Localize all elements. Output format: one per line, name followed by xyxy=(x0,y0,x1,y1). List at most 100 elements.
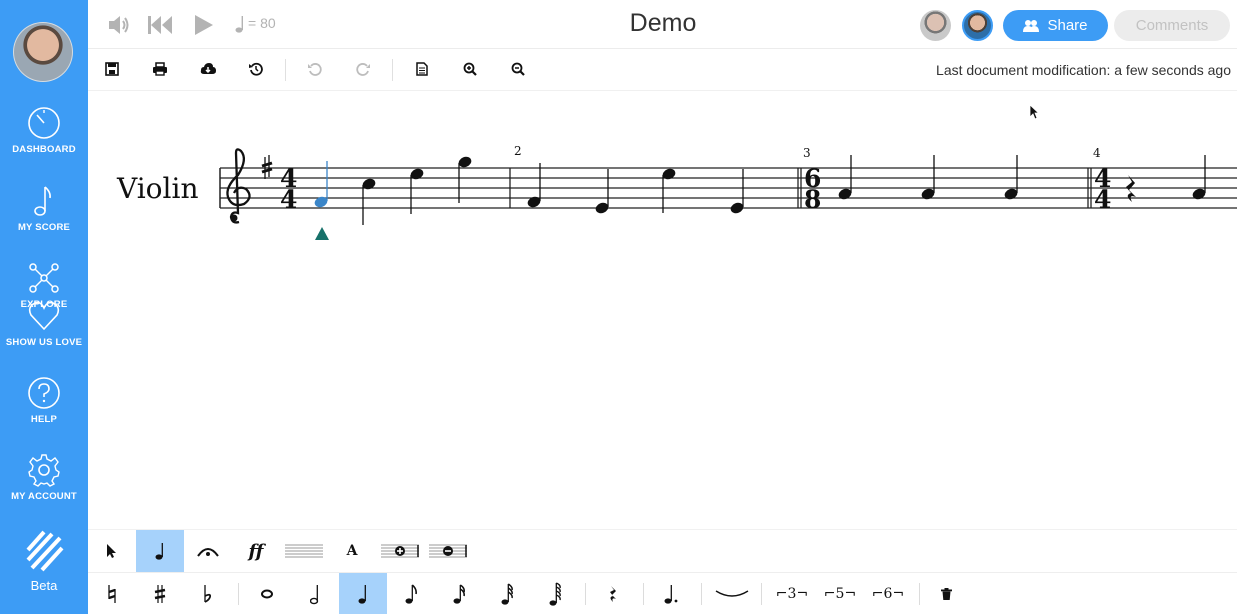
document-toolbar: Last document modification: a few second… xyxy=(88,49,1237,91)
top-bar: = 80 Demo Share Comments xyxy=(88,0,1237,49)
sextuplet-button[interactable]: ⌐ 6 ¬ xyxy=(864,573,912,614)
comments-button[interactable]: Comments xyxy=(1114,10,1230,41)
sidebar-item-show-us-love[interactable]: SHOW US LOVE xyxy=(0,299,88,348)
sidebar-item-label: MY SCORE xyxy=(17,222,71,233)
volume-icon[interactable] xyxy=(106,12,132,38)
note[interactable] xyxy=(526,163,542,209)
collaborator-avatar[interactable] xyxy=(962,10,993,41)
natural-button[interactable] xyxy=(88,573,136,614)
time-signature-bottom[interactable]: 8 xyxy=(804,185,821,214)
history-icon[interactable] xyxy=(249,62,263,76)
staff-icon xyxy=(285,544,323,558)
sidebar-item-label: MY ACCOUNT xyxy=(11,491,77,502)
print-icon[interactable] xyxy=(152,62,168,76)
sharp-button[interactable] xyxy=(136,573,184,614)
tuplet-bracket-icon: ⌐ xyxy=(823,586,836,602)
note[interactable] xyxy=(409,167,425,214)
dot-button[interactable] xyxy=(647,573,695,614)
half-note-button[interactable] xyxy=(291,573,339,614)
flat-button[interactable] xyxy=(184,573,232,614)
note[interactable] xyxy=(457,155,473,203)
tie-button[interactable] xyxy=(708,573,756,614)
save-icon[interactable] xyxy=(105,62,119,76)
tuplet-label: 3 xyxy=(787,586,797,602)
quintuplet-button[interactable]: ⌐ 5 ¬ xyxy=(816,573,864,614)
tempo-value[interactable]: 80 xyxy=(260,15,276,31)
palette-separator xyxy=(761,583,762,605)
text-tool[interactable]: A xyxy=(328,530,376,572)
half-note-icon xyxy=(310,585,319,605)
palette-separator xyxy=(238,583,239,605)
thirty-second-note-icon xyxy=(501,583,513,605)
note[interactable] xyxy=(661,167,677,213)
cloud-download-icon[interactable] xyxy=(200,62,216,76)
undo-icon[interactable] xyxy=(308,62,322,76)
rewind-icon[interactable] xyxy=(146,12,174,38)
user-avatar[interactable] xyxy=(13,22,73,82)
dotted-note-icon xyxy=(664,585,678,604)
tempo-note-icon xyxy=(235,16,244,33)
rest-button[interactable] xyxy=(589,573,637,614)
palette-separator xyxy=(643,583,644,605)
natural-icon xyxy=(108,585,116,603)
fermata-icon xyxy=(197,548,219,557)
note[interactable] xyxy=(361,177,377,225)
palette-separator xyxy=(701,583,702,605)
sidebar-item-my-score[interactable]: MY SCORE xyxy=(0,184,88,233)
tool-palette: ff A xyxy=(88,529,1237,572)
sixty-fourth-note-button[interactable] xyxy=(531,573,579,614)
delete-button[interactable] xyxy=(922,573,970,614)
add-measure-tool[interactable] xyxy=(376,530,424,572)
time-signature-bottom[interactable]: 4 xyxy=(280,185,297,214)
last-modification-text: Last document modification: a few second… xyxy=(936,62,1231,78)
sidebar-item-help[interactable]: HELP xyxy=(0,376,88,425)
sidebar-item-label: HELP xyxy=(30,414,58,425)
network-icon xyxy=(29,263,59,293)
score-canvas[interactable]: Violin 2 3 4 4 4 6 8 4 4 xyxy=(88,91,1237,528)
play-icon[interactable] xyxy=(191,12,215,38)
whole-note-icon xyxy=(261,589,273,599)
thirty-second-note-button[interactable] xyxy=(483,573,531,614)
collaborator-avatar[interactable] xyxy=(920,10,951,41)
fermata-tool[interactable] xyxy=(184,530,232,572)
tuplet-label: 6 xyxy=(883,586,893,602)
zoom-out-icon[interactable] xyxy=(511,62,525,76)
app-logo xyxy=(26,530,64,572)
staff-tool[interactable] xyxy=(280,530,328,572)
share-button[interactable]: Share xyxy=(1003,10,1108,41)
sixteenth-note-button[interactable] xyxy=(435,573,483,614)
key-signature-sharp xyxy=(261,155,273,179)
toolbar-separator xyxy=(285,59,286,81)
dynamics-tool[interactable]: ff xyxy=(232,530,280,572)
sidebar-item-label: SHOW US LOVE xyxy=(5,337,83,348)
note[interactable] xyxy=(729,169,745,215)
quarter-note-icon xyxy=(155,543,163,560)
document-icon[interactable] xyxy=(416,62,428,76)
tuplet-bracket-icon: ⌐ xyxy=(871,586,884,602)
triplet-button[interactable]: ⌐ 3 ¬ xyxy=(768,573,816,614)
tuplet-bracket-icon: ¬ xyxy=(892,586,905,602)
remove-measure-tool[interactable] xyxy=(424,530,472,572)
sidebar-item-label: DASHBOARD xyxy=(12,144,76,155)
select-tool[interactable] xyxy=(88,530,136,572)
note[interactable] xyxy=(594,169,610,215)
sidebar-item-my-account[interactable]: MY ACCOUNT xyxy=(0,453,88,502)
eighth-note-icon xyxy=(405,584,417,604)
toolbar-separator xyxy=(392,59,393,81)
staff-lines xyxy=(220,167,1237,209)
tuplet-bracket-icon: ¬ xyxy=(844,586,857,602)
quarter-note-button[interactable] xyxy=(339,573,387,614)
zoom-in-icon[interactable] xyxy=(463,62,477,76)
sidebar-item-dashboard[interactable]: DASHBOARD xyxy=(0,106,88,155)
whole-note-button[interactable] xyxy=(243,573,291,614)
note-input-tool[interactable] xyxy=(136,530,184,572)
beta-label: Beta xyxy=(30,578,58,593)
redo-icon[interactable] xyxy=(356,62,370,76)
sharp-icon xyxy=(154,585,166,603)
tempo-label[interactable]: = 80 xyxy=(248,15,276,31)
eighth-note-button[interactable] xyxy=(387,573,435,614)
document-title[interactable]: Demo xyxy=(588,9,738,38)
palette-separator xyxy=(919,583,920,605)
palette-separator xyxy=(585,583,586,605)
time-signature-bottom[interactable]: 4 xyxy=(1094,185,1111,214)
